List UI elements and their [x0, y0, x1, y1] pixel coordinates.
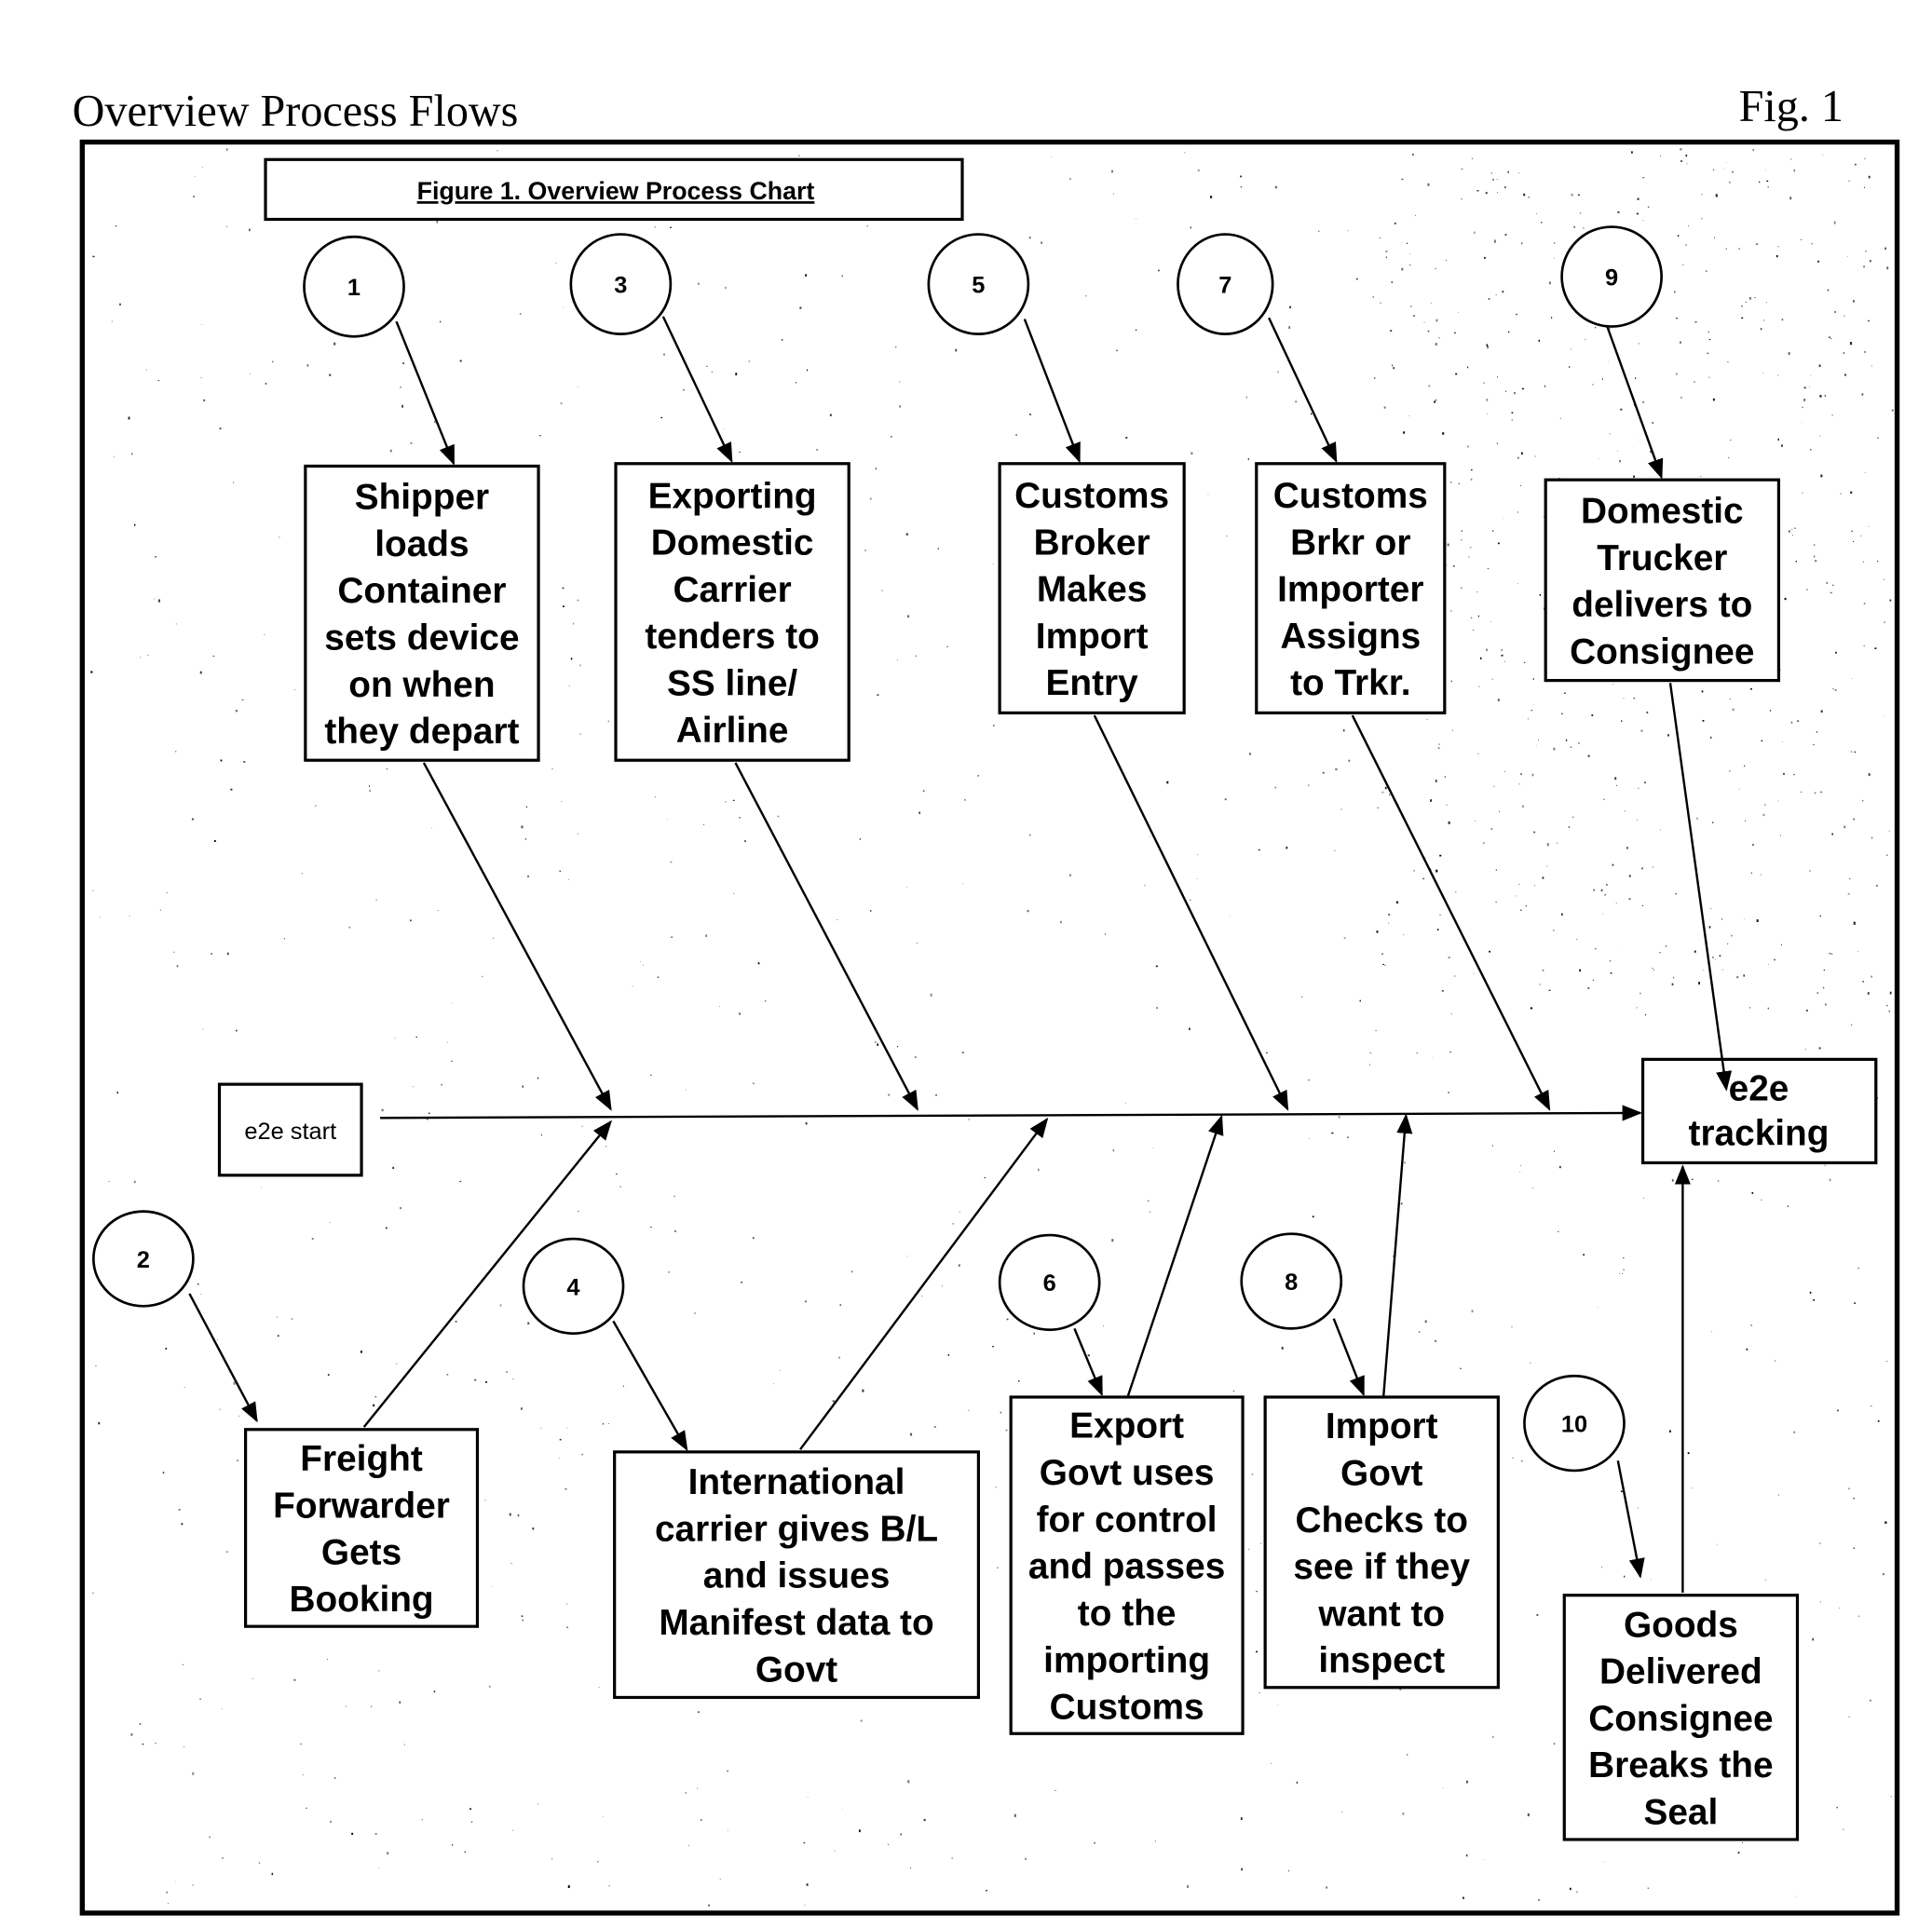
step-text-line: Govt uses: [1040, 1453, 1215, 1493]
step-number: 9: [1605, 265, 1618, 291]
caption-text: Figure 1. Overview Process Chart: [417, 177, 815, 205]
step-text-line: delivers to: [1571, 585, 1752, 625]
step-text-line: carrier gives B/L: [655, 1509, 938, 1549]
step-text-line: Airline: [676, 711, 789, 751]
step-number: 8: [1285, 1269, 1298, 1296]
spine-arrow: [380, 1105, 1643, 1121]
flow-arrow: [422, 762, 612, 1111]
step-text-line: loads: [374, 524, 469, 564]
step-text-line: Booking: [289, 1580, 433, 1620]
step-text-line: Importer: [1277, 570, 1423, 610]
step-number: 7: [1218, 272, 1231, 298]
step-number: 6: [1043, 1270, 1056, 1297]
flow-arrow: [1382, 1113, 1413, 1396]
step-text-line: Breaks the: [1588, 1745, 1773, 1785]
step-text-line: Import: [1036, 617, 1149, 657]
flow-arrow: [734, 762, 918, 1111]
step-text-line: to Trkr.: [1290, 663, 1410, 703]
step-text-line: importing: [1043, 1640, 1210, 1680]
process-step-1: 1 Shipper loads Container sets device on when…: [303, 235, 612, 1111]
callout-arrow: [1073, 1327, 1103, 1397]
step-text-line: on when: [348, 665, 495, 705]
step-text-line: Assigns: [1280, 617, 1421, 657]
step-text-line: Customs: [1014, 476, 1169, 516]
start-label: e2e start: [244, 1119, 336, 1145]
step-text-line: Govt: [755, 1650, 837, 1690]
callout-arrow: [1268, 317, 1338, 464]
step-text-line: Brkr or: [1290, 523, 1410, 563]
process-step-6: 6 Export Govt uses for control and passes to …: [998, 1114, 1245, 1735]
step-text-line: and issues: [703, 1556, 891, 1596]
callout-arrow: [395, 320, 456, 466]
step-text-line: Carrier: [673, 570, 791, 610]
step-text-line: Domestic: [651, 523, 814, 563]
step-text-line: Consignee: [1570, 631, 1754, 672]
step-text-line: Makes: [1037, 570, 1148, 610]
step-text-line: they depart: [324, 712, 519, 752]
step-text-line: want to: [1317, 1594, 1445, 1634]
step-text-line: Import: [1326, 1406, 1438, 1446]
step-text-line: Gets: [321, 1533, 401, 1573]
callout-arrow: [661, 316, 733, 464]
flow-arrow: [1126, 1114, 1224, 1397]
callout-arrow: [612, 1320, 688, 1452]
process-step-7: 7 Customs Brkr or Importer Assigns to Trkr.: [1177, 233, 1551, 1111]
step-text-line: to the: [1078, 1594, 1177, 1634]
step-text-line: see if they: [1293, 1547, 1470, 1587]
step-text-line: Checks to: [1296, 1500, 1468, 1541]
step-text-line: Manifest data to: [659, 1603, 933, 1643]
step-text-line: Forwarder: [273, 1486, 450, 1526]
callout-arrow: [1332, 1318, 1365, 1397]
process-step-10: 10 Goods Delivered Consignee Breaks the Seal: [1523, 1164, 1800, 1841]
flow-arrow: [1351, 714, 1551, 1111]
step-text-line: Govt: [1340, 1453, 1422, 1493]
step-text-line: Freight: [300, 1439, 423, 1479]
step-text-line: Goods: [1624, 1605, 1738, 1645]
step-text-line: sets device: [324, 618, 519, 659]
step-text-line: Export: [1069, 1406, 1184, 1446]
step-text-line: Customs: [1050, 1688, 1204, 1728]
process-step-8: 8 Import Govt Checks to see if they want to in…: [1240, 1113, 1500, 1690]
callout-arrow: [1604, 320, 1664, 480]
step-text-line: SS line/: [667, 664, 797, 704]
step-text-line: International: [688, 1462, 905, 1502]
step-text-line: Broker: [1034, 523, 1150, 563]
process-step-4: 4 International carrier gives B/L and issue…: [522, 1117, 1049, 1700]
step-number: 1: [347, 275, 361, 301]
step-text-line: Domestic: [1581, 491, 1744, 531]
page-title: Overview Process Flows: [73, 87, 519, 136]
flow-arrow: [1093, 714, 1289, 1111]
step-text-line: Consignee: [1588, 1699, 1773, 1739]
callout-arrow: [188, 1293, 258, 1423]
step-number: 5: [972, 272, 985, 298]
figure-label: Fig. 1: [1739, 82, 1844, 131]
step-number: 3: [614, 272, 627, 298]
step-text-line: Customs: [1273, 476, 1428, 516]
process-step-2: 2 Freight Forwarder Gets Booking: [92, 1120, 612, 1628]
process-step-3: 3 Exporting Domestic Carrier tenders to SS li…: [569, 233, 918, 1111]
process-step-9: 9 Domestic Trucker delivers to Consignee: [1544, 225, 1781, 1092]
flow-arrow: [1668, 683, 1733, 1092]
step-number: 2: [137, 1247, 150, 1273]
step-number: 4: [566, 1274, 579, 1300]
process-flow-figure: Overview Process Flows Fig. 1 Figure 1. …: [73, 82, 1900, 1916]
process-step-5: 5 Customs Broker Makes Import Entry: [927, 233, 1289, 1111]
step-number: 10: [1561, 1411, 1587, 1437]
step-text-line: for control: [1037, 1500, 1218, 1540]
callout-arrow: [1023, 319, 1081, 464]
step-text-line: tenders to: [645, 617, 820, 657]
end-label-line: tracking: [1689, 1114, 1830, 1154]
steps-layer: 1 Shipper loads Container sets device on when…: [92, 225, 1800, 1841]
step-text-line: Trucker: [1597, 538, 1727, 578]
step-text-line: Shipper: [355, 478, 489, 518]
step-text-line: inspect: [1318, 1641, 1445, 1681]
step-text-line: and passes: [1028, 1547, 1225, 1587]
step-text-line: Delivered: [1599, 1652, 1762, 1692]
callout-arrow: [1616, 1460, 1645, 1579]
step-text-line: Container: [337, 571, 506, 611]
step-text-line: Seal: [1643, 1793, 1718, 1833]
step-text-line: Entry: [1046, 663, 1139, 703]
step-text-line: Exporting: [648, 476, 817, 516]
end-label-line: e2e: [1729, 1069, 1789, 1109]
